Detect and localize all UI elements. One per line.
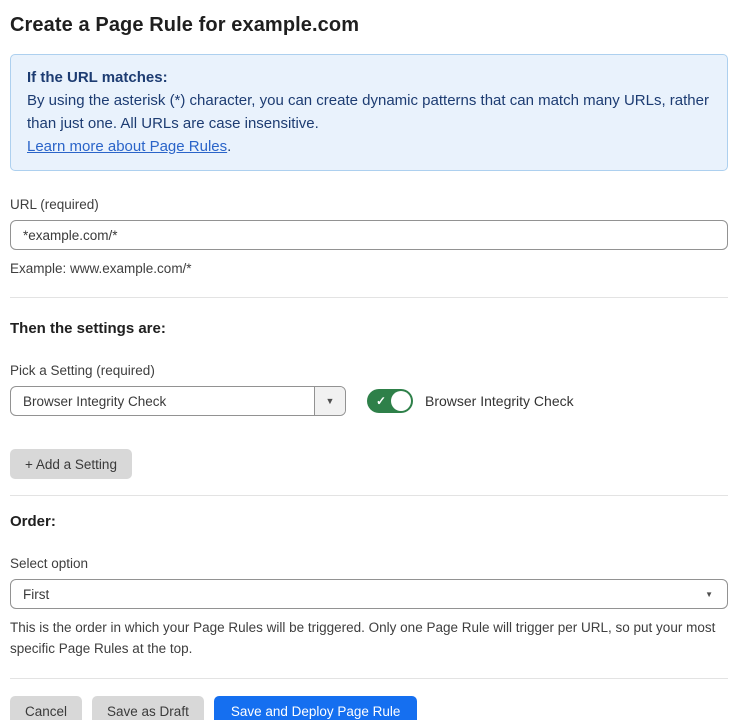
caret-down-icon[interactable]: ▼ [314, 387, 345, 415]
info-box-heading: If the URL matches: [27, 66, 711, 89]
caret-down-icon: ▼ [705, 590, 713, 599]
order-select-label: Select option [10, 556, 728, 571]
toggle-knob [391, 391, 411, 411]
add-setting-button[interactable]: + Add a Setting [10, 449, 132, 479]
footer-button-row: Cancel Save as Draft Save and Deploy Pag… [10, 696, 728, 720]
settings-section-heading: Then the settings are: [10, 320, 728, 337]
url-example-helper: Example: www.example.com/* [10, 258, 728, 279]
link-suffix: . [227, 138, 231, 155]
setting-dropdown[interactable]: Browser Integrity Check ▼ [10, 386, 346, 416]
url-match-info-box: If the URL matches: By using the asteris… [10, 54, 728, 171]
order-helper-text: This is the order in which your Page Rul… [10, 617, 728, 659]
order-dropdown[interactable]: First ▼ [10, 579, 728, 609]
pick-setting-label: Pick a Setting (required) [10, 363, 728, 378]
section-divider [10, 297, 728, 298]
cancel-button[interactable]: Cancel [10, 696, 82, 720]
check-icon: ✓ [376, 395, 386, 407]
url-input[interactable] [10, 220, 728, 250]
order-section-heading: Order: [10, 513, 728, 530]
page-rule-form: Create a Page Rule for example.com If th… [10, 14, 728, 720]
url-field-label: URL (required) [10, 197, 728, 212]
learn-more-link[interactable]: Learn more about Page Rules [27, 138, 227, 155]
section-divider [10, 495, 728, 496]
section-divider [10, 678, 728, 679]
info-box-link-line: Learn more about Page Rules. [27, 135, 711, 158]
save-and-deploy-button[interactable]: Save and Deploy Page Rule [214, 696, 418, 720]
setting-dropdown-value: Browser Integrity Check [11, 387, 314, 415]
info-box-body: By using the asterisk (*) character, you… [27, 89, 711, 135]
setting-toggle-label: Browser Integrity Check [425, 393, 574, 409]
save-as-draft-button[interactable]: Save as Draft [92, 696, 204, 720]
order-dropdown-value: First [23, 587, 49, 602]
page-title: Create a Page Rule for example.com [10, 14, 728, 37]
setting-row: Browser Integrity Check ▼ ✓ Browser Inte… [10, 386, 728, 416]
setting-toggle-on[interactable]: ✓ [367, 389, 413, 413]
